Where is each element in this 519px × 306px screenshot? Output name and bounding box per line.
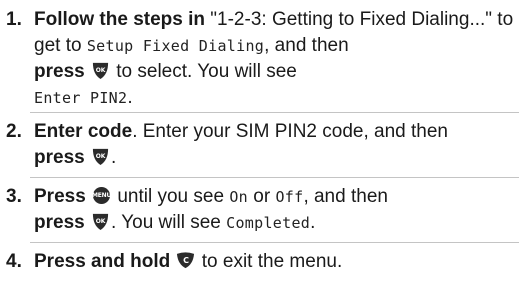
ok-key-icon: OK — [91, 61, 110, 80]
step-number: 1. — [6, 9, 22, 30]
instruction-steps: 1. Follow the steps in "1-2-3: Getting t… — [0, 0, 519, 306]
step-text: Follow the steps in "1-2-3: Getting to F… — [34, 7, 514, 111]
step-text-part: to select. You will see — [110, 61, 297, 82]
display-text: Setup Fixed Dialing — [86, 37, 265, 55]
step-text-part: . — [127, 87, 133, 108]
step-text-part: . — [110, 147, 117, 168]
step-4: 4. Press and hold C to exit the menu. — [0, 249, 519, 277]
step-lead: Follow the steps in — [34, 9, 206, 30]
display-text: On — [229, 188, 248, 206]
clear-key-icon: C — [176, 251, 195, 270]
step-lead: Press and hold — [34, 251, 171, 272]
step-divider — [30, 177, 519, 178]
step-text: Press and hold C to exit the menu. — [34, 249, 514, 275]
step-text-part: . You will see — [110, 212, 227, 233]
step-text-part: , and then — [264, 35, 349, 56]
step-1: 1. Follow the steps in "1-2-3: Getting t… — [0, 7, 519, 108]
display-text: Off — [275, 188, 304, 206]
step-text-part: to exit the menu. — [196, 251, 343, 272]
ok-key-icon: OK — [91, 212, 110, 231]
display-text: Enter PIN2 — [34, 89, 128, 107]
step-text-part: or — [247, 186, 276, 207]
step-text-part: , and then — [303, 186, 388, 207]
section-reference: "1-2-3: Getting to Fixed Dialing..." — [210, 9, 493, 30]
ok-key-icon: OK — [91, 147, 110, 166]
press-label: press — [34, 212, 85, 233]
step-lead: Enter code — [34, 121, 133, 142]
step-number: 4. — [6, 251, 22, 272]
step-text-part: . Enter your SIM PIN2 code, and then — [132, 121, 448, 142]
step-divider — [30, 112, 519, 113]
step-text: Press MENU until you see On or Off, and … — [34, 184, 514, 236]
menu-key-icon: MENU — [92, 186, 111, 205]
step-number: 3. — [6, 186, 22, 207]
step-text-part: until you see — [112, 186, 230, 207]
step-2: 2. Enter code. Enter your SIM PIN2 code,… — [0, 119, 519, 171]
step-divider — [30, 242, 519, 243]
press-label: press — [34, 61, 85, 82]
display-text: Completed — [226, 214, 311, 232]
step-text-part: . — [310, 212, 316, 233]
press-label: press — [34, 147, 85, 168]
step-number: 2. — [6, 121, 22, 142]
step-lead: Press — [34, 186, 86, 207]
step-3: 3. Press MENU until you see On or Off, a… — [0, 184, 519, 236]
step-text: Enter code. Enter your SIM PIN2 code, an… — [34, 119, 514, 171]
